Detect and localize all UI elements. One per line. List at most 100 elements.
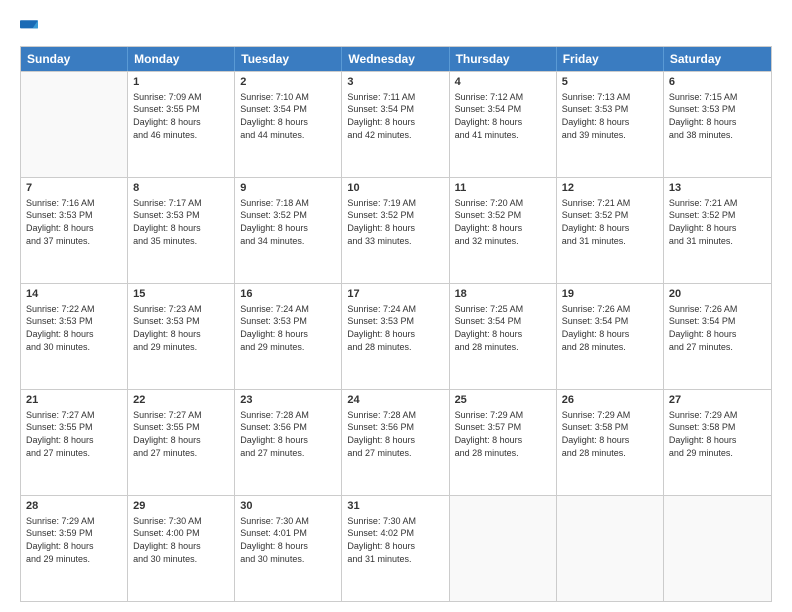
day-cell-20: 20Sunrise: 7:26 AM Sunset: 3:54 PM Dayli… [664, 284, 771, 389]
day-cell-1: 1Sunrise: 7:09 AM Sunset: 3:55 PM Daylig… [128, 72, 235, 177]
day-info: Sunrise: 7:29 AM Sunset: 3:58 PM Dayligh… [669, 409, 766, 459]
day-number: 27 [669, 393, 766, 408]
day-number: 3 [347, 75, 443, 90]
day-cell-12: 12Sunrise: 7:21 AM Sunset: 3:52 PM Dayli… [557, 178, 664, 283]
day-info: Sunrise: 7:12 AM Sunset: 3:54 PM Dayligh… [455, 91, 551, 141]
day-cell-22: 22Sunrise: 7:27 AM Sunset: 3:55 PM Dayli… [128, 390, 235, 495]
day-number: 29 [133, 499, 229, 514]
day-cell-30: 30Sunrise: 7:30 AM Sunset: 4:01 PM Dayli… [235, 496, 342, 601]
day-cell-10: 10Sunrise: 7:19 AM Sunset: 3:52 PM Dayli… [342, 178, 449, 283]
day-info: Sunrise: 7:26 AM Sunset: 3:54 PM Dayligh… [562, 303, 658, 353]
empty-cell [450, 496, 557, 601]
day-cell-31: 31Sunrise: 7:30 AM Sunset: 4:02 PM Dayli… [342, 496, 449, 601]
day-number: 26 [562, 393, 658, 408]
day-number: 6 [669, 75, 766, 90]
day-number: 30 [240, 499, 336, 514]
day-cell-26: 26Sunrise: 7:29 AM Sunset: 3:58 PM Dayli… [557, 390, 664, 495]
day-number: 23 [240, 393, 336, 408]
day-number: 17 [347, 287, 443, 302]
logo-icon [20, 18, 38, 36]
day-cell-7: 7Sunrise: 7:16 AM Sunset: 3:53 PM Daylig… [21, 178, 128, 283]
day-header-monday: Monday [128, 47, 235, 71]
week-row-4: 21Sunrise: 7:27 AM Sunset: 3:55 PM Dayli… [21, 389, 771, 495]
day-info: Sunrise: 7:29 AM Sunset: 3:57 PM Dayligh… [455, 409, 551, 459]
day-number: 1 [133, 75, 229, 90]
week-row-2: 7Sunrise: 7:16 AM Sunset: 3:53 PM Daylig… [21, 177, 771, 283]
empty-cell [21, 72, 128, 177]
day-number: 14 [26, 287, 122, 302]
day-cell-9: 9Sunrise: 7:18 AM Sunset: 3:52 PM Daylig… [235, 178, 342, 283]
day-info: Sunrise: 7:17 AM Sunset: 3:53 PM Dayligh… [133, 197, 229, 247]
day-header-saturday: Saturday [664, 47, 771, 71]
day-cell-2: 2Sunrise: 7:10 AM Sunset: 3:54 PM Daylig… [235, 72, 342, 177]
day-number: 25 [455, 393, 551, 408]
day-cell-8: 8Sunrise: 7:17 AM Sunset: 3:53 PM Daylig… [128, 178, 235, 283]
day-info: Sunrise: 7:10 AM Sunset: 3:54 PM Dayligh… [240, 91, 336, 141]
day-info: Sunrise: 7:28 AM Sunset: 3:56 PM Dayligh… [347, 409, 443, 459]
day-header-friday: Friday [557, 47, 664, 71]
day-cell-3: 3Sunrise: 7:11 AM Sunset: 3:54 PM Daylig… [342, 72, 449, 177]
day-number: 2 [240, 75, 336, 90]
week-row-3: 14Sunrise: 7:22 AM Sunset: 3:53 PM Dayli… [21, 283, 771, 389]
day-number: 16 [240, 287, 336, 302]
day-info: Sunrise: 7:18 AM Sunset: 3:52 PM Dayligh… [240, 197, 336, 247]
day-cell-23: 23Sunrise: 7:28 AM Sunset: 3:56 PM Dayli… [235, 390, 342, 495]
day-cell-11: 11Sunrise: 7:20 AM Sunset: 3:52 PM Dayli… [450, 178, 557, 283]
day-number: 20 [669, 287, 766, 302]
day-number: 24 [347, 393, 443, 408]
day-cell-29: 29Sunrise: 7:30 AM Sunset: 4:00 PM Dayli… [128, 496, 235, 601]
page: SundayMondayTuesdayWednesdayThursdayFrid… [0, 0, 792, 612]
day-info: Sunrise: 7:21 AM Sunset: 3:52 PM Dayligh… [562, 197, 658, 247]
day-number: 10 [347, 181, 443, 196]
day-info: Sunrise: 7:24 AM Sunset: 3:53 PM Dayligh… [347, 303, 443, 353]
day-info: Sunrise: 7:29 AM Sunset: 3:59 PM Dayligh… [26, 515, 122, 565]
day-cell-6: 6Sunrise: 7:15 AM Sunset: 3:53 PM Daylig… [664, 72, 771, 177]
day-info: Sunrise: 7:27 AM Sunset: 3:55 PM Dayligh… [26, 409, 122, 459]
week-row-1: 1Sunrise: 7:09 AM Sunset: 3:55 PM Daylig… [21, 71, 771, 177]
day-number: 7 [26, 181, 122, 196]
empty-cell [664, 496, 771, 601]
day-header-sunday: Sunday [21, 47, 128, 71]
day-cell-28: 28Sunrise: 7:29 AM Sunset: 3:59 PM Dayli… [21, 496, 128, 601]
day-info: Sunrise: 7:11 AM Sunset: 3:54 PM Dayligh… [347, 91, 443, 141]
day-info: Sunrise: 7:23 AM Sunset: 3:53 PM Dayligh… [133, 303, 229, 353]
day-number: 21 [26, 393, 122, 408]
day-cell-18: 18Sunrise: 7:25 AM Sunset: 3:54 PM Dayli… [450, 284, 557, 389]
day-info: Sunrise: 7:25 AM Sunset: 3:54 PM Dayligh… [455, 303, 551, 353]
day-cell-14: 14Sunrise: 7:22 AM Sunset: 3:53 PM Dayli… [21, 284, 128, 389]
day-info: Sunrise: 7:24 AM Sunset: 3:53 PM Dayligh… [240, 303, 336, 353]
day-info: Sunrise: 7:30 AM Sunset: 4:01 PM Dayligh… [240, 515, 336, 565]
day-info: Sunrise: 7:13 AM Sunset: 3:53 PM Dayligh… [562, 91, 658, 141]
day-info: Sunrise: 7:29 AM Sunset: 3:58 PM Dayligh… [562, 409, 658, 459]
day-header-tuesday: Tuesday [235, 47, 342, 71]
day-number: 22 [133, 393, 229, 408]
logo [20, 18, 40, 36]
day-info: Sunrise: 7:09 AM Sunset: 3:55 PM Dayligh… [133, 91, 229, 141]
calendar-header: SundayMondayTuesdayWednesdayThursdayFrid… [21, 47, 771, 71]
day-info: Sunrise: 7:15 AM Sunset: 3:53 PM Dayligh… [669, 91, 766, 141]
day-info: Sunrise: 7:20 AM Sunset: 3:52 PM Dayligh… [455, 197, 551, 247]
day-cell-15: 15Sunrise: 7:23 AM Sunset: 3:53 PM Dayli… [128, 284, 235, 389]
day-cell-21: 21Sunrise: 7:27 AM Sunset: 3:55 PM Dayli… [21, 390, 128, 495]
day-cell-16: 16Sunrise: 7:24 AM Sunset: 3:53 PM Dayli… [235, 284, 342, 389]
day-number: 19 [562, 287, 658, 302]
day-info: Sunrise: 7:16 AM Sunset: 3:53 PM Dayligh… [26, 197, 122, 247]
day-info: Sunrise: 7:19 AM Sunset: 3:52 PM Dayligh… [347, 197, 443, 247]
day-number: 15 [133, 287, 229, 302]
day-info: Sunrise: 7:27 AM Sunset: 3:55 PM Dayligh… [133, 409, 229, 459]
day-number: 31 [347, 499, 443, 514]
empty-cell [557, 496, 664, 601]
day-info: Sunrise: 7:30 AM Sunset: 4:02 PM Dayligh… [347, 515, 443, 565]
day-info: Sunrise: 7:26 AM Sunset: 3:54 PM Dayligh… [669, 303, 766, 353]
day-number: 28 [26, 499, 122, 514]
day-header-wednesday: Wednesday [342, 47, 449, 71]
day-number: 9 [240, 181, 336, 196]
calendar: SundayMondayTuesdayWednesdayThursdayFrid… [20, 46, 772, 602]
day-cell-4: 4Sunrise: 7:12 AM Sunset: 3:54 PM Daylig… [450, 72, 557, 177]
day-cell-24: 24Sunrise: 7:28 AM Sunset: 3:56 PM Dayli… [342, 390, 449, 495]
day-info: Sunrise: 7:21 AM Sunset: 3:52 PM Dayligh… [669, 197, 766, 247]
header [20, 18, 772, 36]
day-header-thursday: Thursday [450, 47, 557, 71]
day-number: 5 [562, 75, 658, 90]
day-number: 4 [455, 75, 551, 90]
